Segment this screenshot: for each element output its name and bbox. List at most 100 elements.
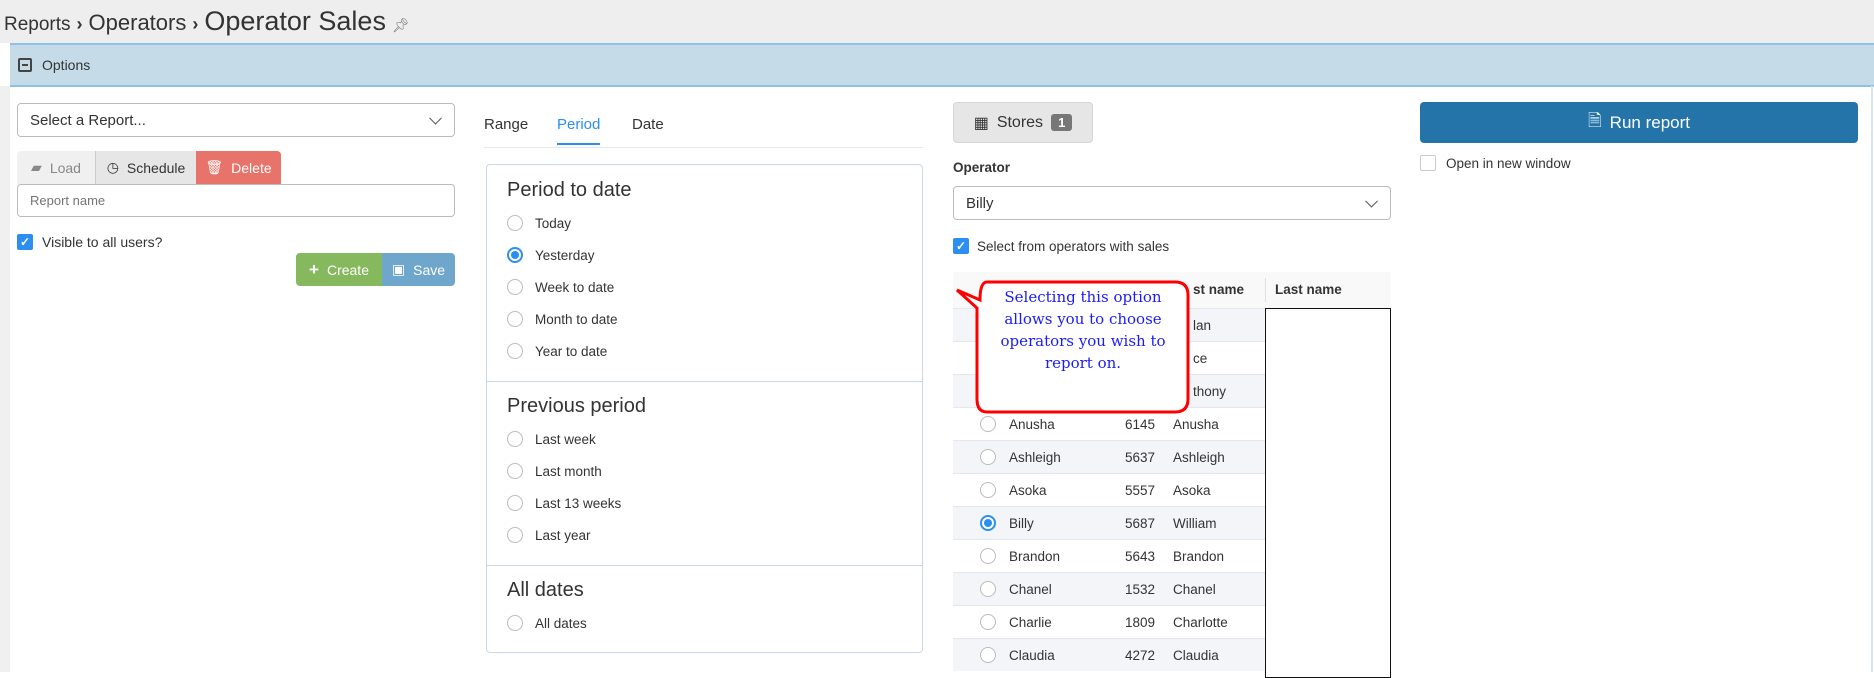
option-year-to-date[interactable]: Year to date (507, 343, 607, 359)
save-label: Save (413, 261, 446, 278)
first-name-cell: Billy (1009, 516, 1034, 531)
create-button[interactable]: + Create (296, 253, 382, 286)
option-label: Last week (535, 431, 596, 447)
report-select-value: Select a Report... (30, 111, 146, 129)
section-title: All dates (507, 579, 584, 601)
option-label: Week to date (535, 279, 615, 295)
plus-icon: + (309, 259, 319, 279)
radio-icon (507, 615, 523, 631)
report-select[interactable]: Select a Report... (17, 103, 455, 137)
name-cell: ce (1193, 351, 1208, 366)
option-label: Year to date (535, 343, 608, 359)
table-row[interactable]: Claudia 4272 Claudia (953, 638, 1265, 671)
first-name-cell: Chanel (1009, 582, 1052, 597)
header-last-name[interactable]: Last name (1275, 282, 1342, 297)
table-row[interactable]: Brandon 5643 Brandon (953, 539, 1265, 572)
radio-icon[interactable] (980, 614, 996, 630)
table-row[interactable]: Charlie 1809 Charlotte (953, 605, 1265, 638)
code-cell: 5643 (1125, 549, 1156, 564)
name-cell: Chanel (1173, 582, 1216, 597)
header-first-name[interactable]: st name (1193, 282, 1244, 297)
stores-button[interactable]: ▦ Stores 1 (953, 102, 1093, 143)
first-name-cell: Asoka (1009, 483, 1047, 498)
name-cell: thony (1193, 384, 1227, 399)
radio-icon[interactable] (980, 647, 996, 663)
first-name-cell: Ashleigh (1009, 450, 1061, 465)
section-title: Previous period (507, 395, 646, 417)
name-cell: Charlotte (1173, 615, 1228, 630)
first-name-cell: Charlie (1009, 615, 1052, 630)
visible-to-all-checkbox[interactable]: ✓ Visible to all users? (17, 234, 162, 250)
radio-icon (507, 463, 523, 479)
schedule-button[interactable]: ◷ Schedule (95, 151, 196, 184)
tab-range[interactable]: Range (484, 116, 528, 133)
collapse-icon (18, 58, 32, 72)
chevron-down-icon (429, 111, 442, 125)
schedule-label: Schedule (126, 159, 186, 176)
breadcrumb: Reports › Operators › Operator Sales 📌︎ (4, 6, 410, 37)
visible-label: Visible to all users? (42, 234, 163, 250)
report-name-input[interactable] (17, 184, 455, 217)
load-button[interactable]: ▰ Load (17, 151, 95, 184)
option-today[interactable]: Today (507, 215, 571, 231)
option-all-dates[interactable]: All dates (507, 615, 587, 631)
code-cell: 5637 (1125, 450, 1156, 465)
save-button[interactable]: ▣ Save (382, 253, 455, 286)
operator-select-value: Billy (966, 194, 994, 212)
code-cell: 1809 (1125, 615, 1156, 630)
breadcrumb-reports[interactable]: Reports (4, 14, 71, 36)
option-week-to-date[interactable]: Week to date (507, 279, 614, 295)
radio-selected-icon (507, 247, 523, 263)
option-last-week[interactable]: Last week (507, 431, 596, 447)
operator-label: Operator (953, 160, 1011, 175)
radio-icon[interactable] (980, 416, 996, 432)
name-cell: Anusha (1173, 417, 1219, 432)
table-row[interactable]: Ashleigh 5637 Ashleigh (953, 440, 1265, 473)
radio-icon[interactable] (980, 449, 996, 465)
option-last-month[interactable]: Last month (507, 463, 602, 479)
building-icon: ▦ (973, 114, 989, 132)
open-new-window-checkbox[interactable]: Open in new window (1420, 155, 1571, 171)
option-yesterday[interactable]: Yesterday (507, 247, 595, 263)
run-report-button[interactable]: 🗎︎ Run report (1420, 102, 1858, 143)
option-month-to-date[interactable]: Month to date (507, 311, 618, 327)
document-icon: 🗎︎ (1588, 111, 1602, 130)
operator-select[interactable]: Billy (953, 186, 1391, 220)
options-label: Options (42, 57, 91, 73)
table-row[interactable]: Chanel 1532 Chanel (953, 572, 1265, 605)
tab-date[interactable]: Date (632, 116, 664, 133)
load-label: Load (49, 159, 81, 176)
option-label: Last 13 weeks (535, 495, 622, 511)
radio-selected-icon[interactable] (980, 515, 996, 531)
table-row[interactable]: Billy 5687 William (953, 506, 1265, 539)
chevron-right-icon: › (192, 14, 199, 34)
breadcrumb-operators[interactable]: Operators (89, 10, 187, 36)
table-row[interactable]: Asoka 5557 Asoka (953, 473, 1265, 506)
options-toggle[interactable]: Options (10, 43, 1874, 87)
tab-period[interactable]: Period (557, 116, 601, 145)
radio-icon (507, 215, 523, 231)
clock-icon: ◷ (106, 159, 119, 175)
code-cell: 6145 (1125, 417, 1156, 432)
radio-icon (507, 431, 523, 447)
option-last-year[interactable]: Last year (507, 527, 591, 543)
option-last-13-weeks[interactable]: Last 13 weeks (507, 495, 621, 511)
right-border (1871, 86, 1873, 672)
radio-icon[interactable] (980, 581, 996, 597)
with-sales-checkbox[interactable]: ✓ Select from operators with sales (953, 238, 1169, 254)
radio-icon (507, 279, 523, 295)
delete-button[interactable]: 🗑︎ Delete (196, 151, 281, 184)
radio-icon (507, 495, 523, 511)
radio-icon[interactable] (980, 482, 996, 498)
name-cell: Claudia (1173, 648, 1219, 663)
with-sales-label: Select from operators with sales (977, 238, 1170, 254)
option-label: Last month (535, 463, 602, 479)
radio-icon (507, 343, 523, 359)
radio-icon[interactable] (980, 548, 996, 564)
run-report-label: Run report (1609, 112, 1690, 132)
empty-column-box (1265, 308, 1391, 678)
checkbox-checked-icon: ✓ (953, 238, 969, 254)
trash-icon: 🗑︎ (205, 159, 224, 175)
pin-icon[interactable]: 📌︎ (392, 17, 410, 34)
create-label: Create (326, 261, 369, 278)
